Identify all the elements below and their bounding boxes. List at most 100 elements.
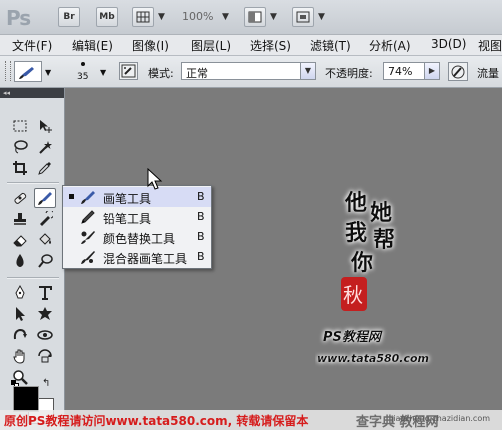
zoom-level[interactable]: 100%: [182, 10, 213, 23]
tablet-pressure-opacity-button[interactable]: [448, 62, 468, 81]
watermark-url: jiaocheng.chazidian.com: [391, 414, 491, 423]
chevron-down-icon[interactable]: ▼: [222, 12, 229, 22]
paint-bucket-icon: [39, 233, 51, 245]
screen-mode-icon: [296, 11, 310, 23]
selected-bullet-icon: [69, 194, 74, 199]
magic-wand-icon: [39, 141, 52, 154]
eraser-tool[interactable]: [9, 230, 31, 250]
custom-shape-icon: [38, 307, 52, 320]
calligraphy-seal-artwork: 他 她 我 帮 你 秋 PS教程网 www.tata580.com: [317, 190, 429, 365]
custom-shape-tool[interactable]: [34, 304, 56, 324]
color-replacement-icon: [81, 231, 95, 244]
3d-rotate-icon: [13, 328, 27, 340]
flow-label: 流量: [477, 67, 499, 80]
menu-analysis[interactable]: 分析(A): [369, 37, 411, 54]
path-selection-tool[interactable]: [9, 304, 31, 324]
extras-button[interactable]: [132, 7, 154, 27]
menu-3d[interactable]: 3D(D): [431, 37, 466, 51]
mode-select[interactable]: 正常 ▼: [181, 62, 316, 80]
tool-preset-picker[interactable]: [14, 61, 42, 82]
menu-select[interactable]: 选择(S): [250, 37, 291, 54]
flyout-item-pencil[interactable]: 铅笔工具 B: [63, 207, 211, 227]
brush-tool[interactable]: [34, 188, 56, 208]
foreground-color-swatch[interactable]: [13, 386, 39, 412]
type-icon: [39, 286, 52, 300]
type-tool[interactable]: [34, 283, 56, 303]
eyedropper-icon: [38, 162, 51, 175]
history-brush-tool[interactable]: [34, 209, 56, 229]
tools-panel-header[interactable]: ◂◂: [0, 88, 64, 98]
3d-orbit-tool[interactable]: [34, 325, 56, 345]
arrange-documents-button[interactable]: [244, 7, 266, 27]
chevron-right-icon[interactable]: ▶: [424, 63, 439, 79]
brush-size[interactable]: 35: [77, 72, 88, 82]
calligraphy-char: 她: [370, 200, 392, 226]
clone-stamp-tool[interactable]: [9, 209, 31, 229]
lasso-tool[interactable]: [9, 137, 31, 157]
blur-tool[interactable]: [9, 251, 31, 271]
flyout-item-mixer-brush[interactable]: 混合器画笔工具 B: [63, 247, 211, 267]
menu-layer[interactable]: 图层(L): [191, 37, 231, 54]
brush-tip-icon[interactable]: [81, 62, 85, 66]
flyout-item-brush[interactable]: 画笔工具 B: [63, 187, 211, 207]
flyout-label: 颜色替换工具: [103, 232, 176, 246]
opacity-label: 不透明度:: [325, 67, 373, 80]
brush-icon: [38, 192, 52, 205]
flyout-item-color-replacement[interactable]: 颜色替换工具 B: [63, 227, 211, 247]
opacity-value: 74%: [388, 65, 413, 78]
options-bar: ▼ 35 ▼ 模式: 正常 ▼ 不透明度: 74% ▶ 流量: [0, 56, 502, 88]
paint-bucket-tool[interactable]: [34, 230, 56, 250]
healing-brush-tool[interactable]: [9, 188, 31, 208]
swap-colors-icon[interactable]: ↰: [42, 378, 50, 389]
rotate-view-tool[interactable]: [34, 346, 56, 366]
dodge-icon: [38, 254, 53, 268]
hand-tool[interactable]: [9, 346, 31, 366]
shortcut-key: B: [197, 210, 205, 223]
brush-panel-toggle[interactable]: [119, 62, 138, 80]
bridge-button[interactable]: Br: [58, 7, 80, 27]
site-name: PS教程网: [323, 329, 383, 345]
grid-icon: [136, 11, 150, 23]
3d-orbit-icon: [37, 330, 53, 340]
menu-edit[interactable]: 编辑(E): [72, 37, 113, 54]
chevron-down-icon[interactable]: ▼: [318, 12, 325, 22]
menu-file[interactable]: 文件(F): [12, 37, 52, 54]
brush-tools-flyout: 画笔工具 B 铅笔工具 B 颜色替换工具 B 混合器画笔工具 B: [62, 185, 212, 269]
magic-wand-tool[interactable]: [34, 137, 56, 157]
drag-handle[interactable]: [5, 61, 11, 81]
3d-rotate-tool[interactable]: [9, 325, 31, 345]
rotate-view-icon: [38, 349, 52, 363]
calligraphy-char: 我: [345, 220, 367, 246]
chevron-down-icon[interactable]: ▼: [270, 12, 277, 22]
application-bar: Ps Br Mb ▼ 100% ▼ ▼ ▼: [0, 0, 502, 35]
chevron-down-icon[interactable]: ▼: [45, 68, 51, 77]
pressure-pen-icon: [451, 65, 465, 79]
seal-char: 秋: [343, 283, 363, 307]
screen-mode-button[interactable]: [292, 7, 314, 27]
crop-tool[interactable]: [9, 158, 31, 178]
chevron-down-icon[interactable]: ▼: [100, 68, 106, 77]
mini-bridge-button[interactable]: Mb: [96, 7, 118, 27]
flyout-label: 铅笔工具: [103, 212, 152, 226]
move-tool[interactable]: [34, 116, 56, 136]
calligraphy-char: 你: [350, 250, 373, 276]
marquee-icon: [13, 120, 27, 132]
menu-view[interactable]: 视图: [478, 37, 502, 54]
tools-separator: [7, 182, 59, 184]
marquee-tool[interactable]: [9, 116, 31, 136]
collapse-icon[interactable]: ◂◂: [3, 89, 10, 97]
history-brush-icon: [40, 211, 53, 226]
pen-tool[interactable]: [9, 283, 31, 303]
shortcut-key: B: [197, 230, 205, 243]
menu-image[interactable]: 图像(I): [132, 37, 169, 54]
shortcut-key: B: [197, 250, 205, 263]
chevron-down-icon[interactable]: ▼: [158, 12, 165, 22]
dodge-tool[interactable]: [34, 251, 56, 271]
eyedropper-tool[interactable]: [34, 158, 56, 178]
site-url: www.tata580.com: [317, 352, 429, 365]
pen-icon: [15, 285, 25, 299]
menu-filter[interactable]: 滤镜(T): [310, 37, 351, 54]
brush-panel-icon: [121, 64, 136, 78]
opacity-input[interactable]: 74% ▶: [383, 62, 440, 80]
hand-icon: [13, 349, 25, 364]
